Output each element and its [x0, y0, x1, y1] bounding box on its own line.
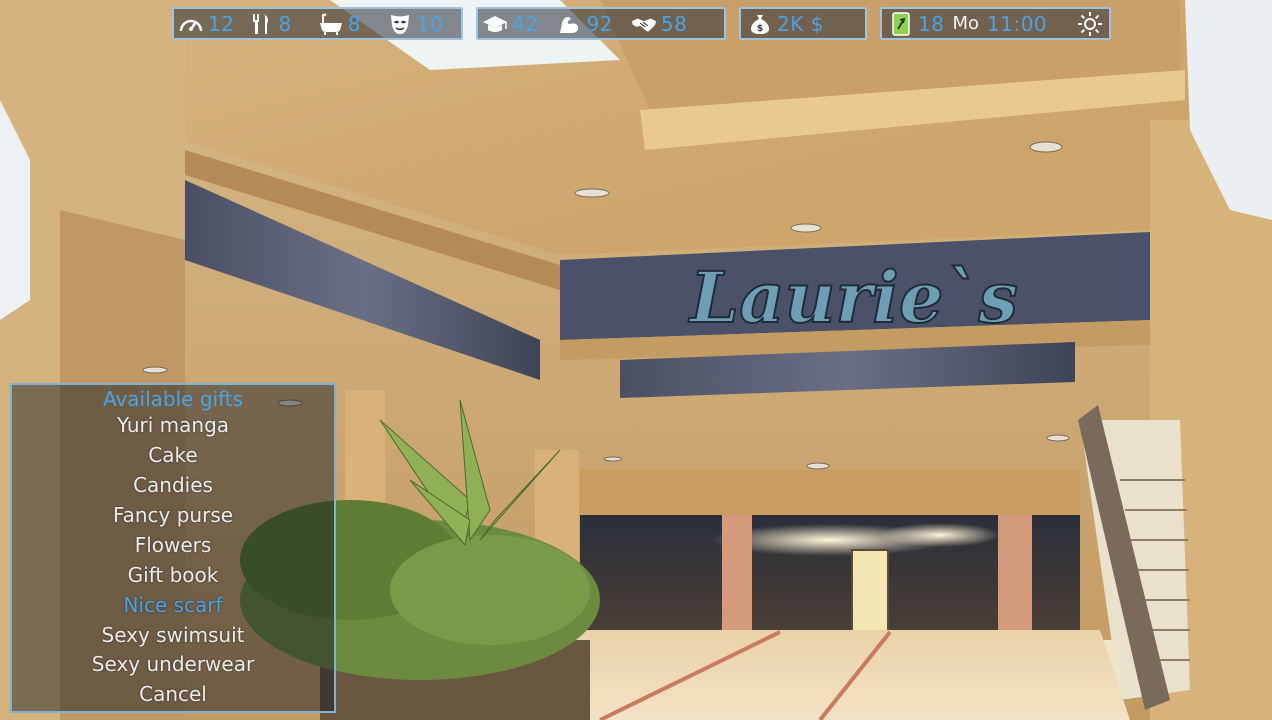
hud-date-stat[interactable]: 18 Mo 11:00: [888, 9, 1047, 38]
hud-skills-bar: 42 92 58: [476, 7, 726, 40]
gift-option-cake[interactable]: Cake: [12, 443, 334, 467]
mask-icon: [387, 11, 413, 37]
hud-intelligence-stat: 42: [482, 9, 538, 38]
hud-charisma-stat: 58: [631, 9, 687, 38]
handshake-icon: [631, 11, 657, 37]
gift-option-yuri-manga[interactable]: Yuri manga: [12, 413, 334, 437]
hud-strength-stat: 92: [556, 9, 612, 38]
gift-option-sexy-underwear[interactable]: Sexy underwear: [12, 652, 334, 676]
phone-icon[interactable]: [888, 11, 914, 37]
hud-time-bar: 18 Mo 11:00: [880, 7, 1111, 40]
gift-menu-title: Available gifts: [102, 387, 244, 411]
gift-option-gift-book[interactable]: Gift book: [12, 563, 334, 587]
fork-knife-icon: [248, 11, 274, 37]
gift-cancel-button[interactable]: Cancel: [12, 682, 334, 706]
gift-selection-menu: Available gifts Yuri manga Cake Candies …: [10, 383, 336, 713]
hud-hunger-stat: 8: [248, 9, 291, 38]
store-sign-text: Laurie`s: [688, 256, 1018, 339]
money-bag-icon: $: [747, 11, 773, 37]
bathtub-icon: [318, 11, 344, 37]
svg-text:$: $: [757, 24, 763, 34]
gift-option-nice-scarf[interactable]: Nice scarf: [12, 593, 334, 617]
gift-option-candies[interactable]: Candies: [12, 473, 334, 497]
gift-option-sexy-swimsuit[interactable]: Sexy swimsuit: [12, 623, 334, 647]
gift-option-flowers[interactable]: Flowers: [12, 533, 334, 557]
hud-needs-bar: 12 8 8 10: [172, 7, 463, 40]
sun-icon: [1077, 11, 1103, 37]
speedometer-icon: [178, 11, 204, 37]
gift-option-fancy-purse[interactable]: Fancy purse: [12, 503, 334, 527]
hud-energy-stat: 12: [178, 9, 234, 38]
hud-money-stat: $ 2K $: [747, 9, 824, 38]
hud-weekday: Mo: [952, 13, 979, 34]
hud-fun-stat: 10: [387, 9, 443, 38]
hud-hygiene-stat: 8: [318, 9, 361, 38]
hud-money-bar: $ 2K $: [739, 7, 867, 40]
graduation-cap-icon: [482, 11, 508, 37]
hud-clock: 11:00: [987, 11, 1048, 36]
muscle-arm-icon: [556, 11, 582, 37]
